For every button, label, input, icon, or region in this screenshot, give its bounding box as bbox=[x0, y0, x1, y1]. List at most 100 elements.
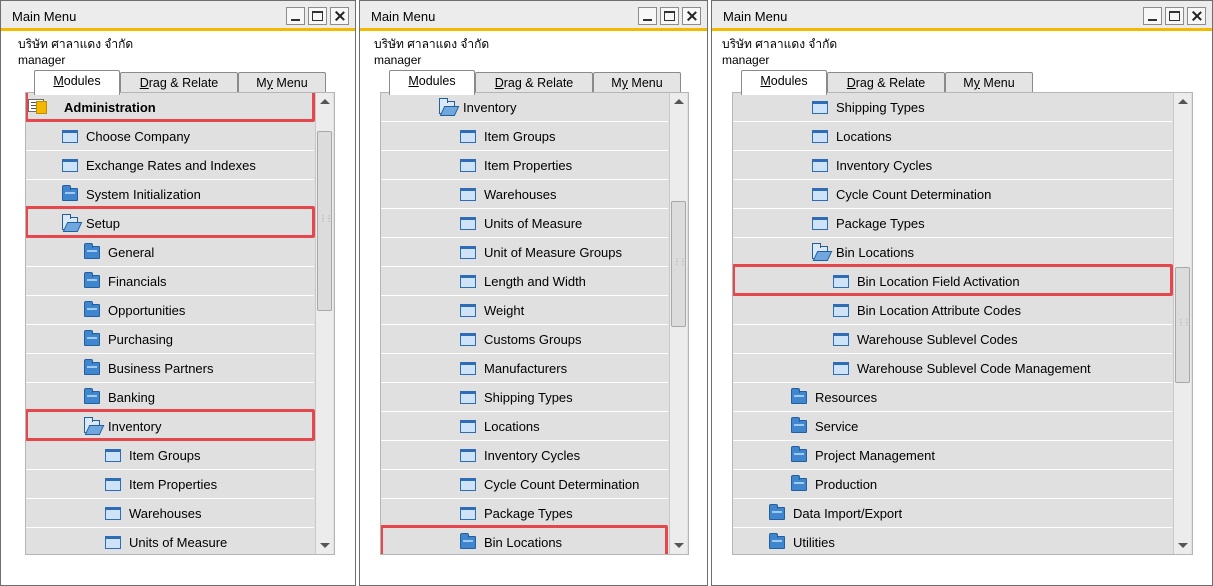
tab-drag-relate[interactable]: Drag & Relate bbox=[827, 72, 945, 94]
menu-item[interactable]: Warehouses bbox=[26, 499, 314, 528]
scroll-down-arrow-icon[interactable] bbox=[674, 543, 684, 548]
maximize-button[interactable] bbox=[660, 7, 679, 25]
window-icon bbox=[460, 333, 476, 346]
tab-modules[interactable]: Modules bbox=[389, 70, 475, 95]
menu-item[interactable]: General bbox=[26, 238, 314, 267]
menu-item[interactable]: Shipping Types bbox=[381, 383, 668, 412]
menu-item[interactable]: Utilities bbox=[733, 528, 1172, 554]
menu-item[interactable]: Production bbox=[733, 470, 1172, 499]
tab-drag-relate[interactable]: Drag & Relate bbox=[475, 72, 593, 94]
title-bar[interactable]: Main Menu bbox=[712, 1, 1212, 31]
menu-item[interactable]: Weight bbox=[381, 296, 668, 325]
folder-icon bbox=[62, 185, 78, 201]
menu-item-label: Purchasing bbox=[108, 332, 174, 347]
menu-item[interactable]: Bin Location Field Activation bbox=[733, 267, 1172, 296]
scroll-up-arrow-icon[interactable] bbox=[674, 99, 684, 104]
menu-item[interactable]: System Initialization bbox=[26, 180, 314, 209]
vertical-scrollbar[interactable] bbox=[669, 93, 687, 554]
close-button[interactable] bbox=[682, 7, 701, 25]
menu-item[interactable]: Purchasing bbox=[26, 325, 314, 354]
maximize-button[interactable] bbox=[1165, 7, 1184, 25]
minimize-button[interactable] bbox=[638, 7, 657, 25]
menu-item[interactable]: Inventory bbox=[381, 93, 668, 122]
menu-item-label: Item Groups bbox=[129, 448, 201, 463]
scroll-thumb[interactable] bbox=[671, 201, 686, 327]
menu-item[interactable]: Exchange Rates and Indexes bbox=[26, 151, 314, 180]
scroll-up-arrow-icon[interactable] bbox=[1178, 99, 1188, 104]
menu-item[interactable]: Warehouse Sublevel Codes bbox=[733, 325, 1172, 354]
close-button[interactable] bbox=[330, 7, 349, 25]
menu-item[interactable]: Inventory bbox=[26, 412, 314, 441]
menu-item[interactable]: Warehouse Sublevel Code Management bbox=[733, 354, 1172, 383]
menu-item[interactable]: Shipping Types bbox=[733, 93, 1172, 122]
menu-item[interactable]: Cycle Count Determination bbox=[381, 470, 668, 499]
menu-item[interactable]: Setup bbox=[26, 209, 314, 238]
maximize-button[interactable] bbox=[308, 7, 327, 25]
menu-item[interactable]: Resources bbox=[733, 383, 1172, 412]
scroll-down-arrow-icon[interactable] bbox=[320, 543, 330, 548]
minimize-button[interactable] bbox=[1143, 7, 1162, 25]
menu-item[interactable]: Project Management bbox=[733, 441, 1172, 470]
tab-my-menu[interactable]: My Menu bbox=[593, 72, 681, 94]
close-button[interactable] bbox=[1187, 7, 1206, 25]
menu-item[interactable]: Package Types bbox=[381, 499, 668, 528]
tab-my-menu[interactable]: My Menu bbox=[945, 72, 1033, 94]
menu-item[interactable]: Opportunities bbox=[26, 296, 314, 325]
menu-item[interactable]: Warehouses bbox=[381, 180, 668, 209]
tab-drag-relate[interactable]: Drag & Relate bbox=[120, 72, 238, 94]
folder-icon bbox=[460, 533, 476, 549]
menu-item-label: Item Properties bbox=[129, 477, 218, 492]
menu-item-label: Project Management bbox=[815, 448, 935, 463]
folder-icon bbox=[84, 243, 100, 259]
scroll-down-arrow-icon[interactable] bbox=[1178, 543, 1188, 548]
vertical-scrollbar[interactable] bbox=[1173, 93, 1191, 554]
window-icon bbox=[460, 304, 476, 317]
window-icon bbox=[460, 188, 476, 201]
tab-modules[interactable]: Modules bbox=[741, 70, 827, 95]
main-menu-window-3: Main Menu บริษัท ศาลาแดง จำกัด manager Modu… bbox=[711, 0, 1213, 586]
scroll-up-arrow-icon[interactable] bbox=[320, 99, 330, 104]
menu-item[interactable]: Cycle Count Determination bbox=[733, 180, 1172, 209]
menu-item[interactable]: Bin Locations bbox=[381, 528, 668, 554]
menu-item[interactable]: Manufacturers bbox=[381, 354, 668, 383]
menu-item[interactable]: Package Types bbox=[733, 209, 1172, 238]
menu-item[interactable]: Item Groups bbox=[26, 441, 314, 470]
window-icon bbox=[105, 507, 121, 520]
user-name: manager bbox=[18, 53, 66, 67]
tab-my-menu[interactable]: My Menu bbox=[238, 72, 326, 94]
menu-item[interactable]: Banking bbox=[26, 383, 314, 412]
menu-item[interactable]: Length and Width bbox=[381, 267, 668, 296]
window-icon bbox=[460, 246, 476, 259]
scroll-thumb[interactable] bbox=[317, 131, 332, 311]
menu-item[interactable]: Choose Company bbox=[26, 122, 314, 151]
menu-item-label: Warehouse Sublevel Code Management bbox=[857, 361, 1091, 376]
menu-item[interactable]: Business Partners bbox=[26, 354, 314, 383]
menu-item[interactable]: Item Properties bbox=[381, 151, 668, 180]
window-icon bbox=[833, 333, 849, 346]
menu-item[interactable]: Administration bbox=[26, 93, 314, 122]
window-icon bbox=[812, 217, 828, 230]
minimize-button[interactable] bbox=[286, 7, 305, 25]
menu-item[interactable]: Customs Groups bbox=[381, 325, 668, 354]
menu-item-label: Choose Company bbox=[86, 129, 191, 144]
title-bar[interactable]: Main Menu bbox=[360, 1, 707, 31]
vertical-scrollbar[interactable] bbox=[315, 93, 333, 554]
menu-item[interactable]: Locations bbox=[381, 412, 668, 441]
menu-item[interactable]: Data Import/Export bbox=[733, 499, 1172, 528]
menu-item[interactable]: Bin Locations bbox=[733, 238, 1172, 267]
menu-item[interactable]: Item Groups bbox=[381, 122, 668, 151]
menu-item[interactable]: Locations bbox=[733, 122, 1172, 151]
menu-item[interactable]: Inventory Cycles bbox=[381, 441, 668, 470]
menu-item[interactable]: Financials bbox=[26, 267, 314, 296]
menu-item[interactable]: Bin Location Attribute Codes bbox=[733, 296, 1172, 325]
menu-item[interactable]: Service bbox=[733, 412, 1172, 441]
tab-modules[interactable]: Modules bbox=[34, 70, 120, 95]
title-bar[interactable]: Main Menu bbox=[1, 1, 355, 31]
menu-item[interactable]: Units of Measure bbox=[381, 209, 668, 238]
menu-item[interactable]: Item Properties bbox=[26, 470, 314, 499]
scroll-thumb[interactable] bbox=[1175, 267, 1190, 383]
menu-item[interactable]: Unit of Measure Groups bbox=[381, 238, 668, 267]
menu-item[interactable]: Inventory Cycles bbox=[733, 151, 1172, 180]
window-icon bbox=[833, 304, 849, 317]
menu-item[interactable]: Units of Measure bbox=[26, 528, 314, 554]
